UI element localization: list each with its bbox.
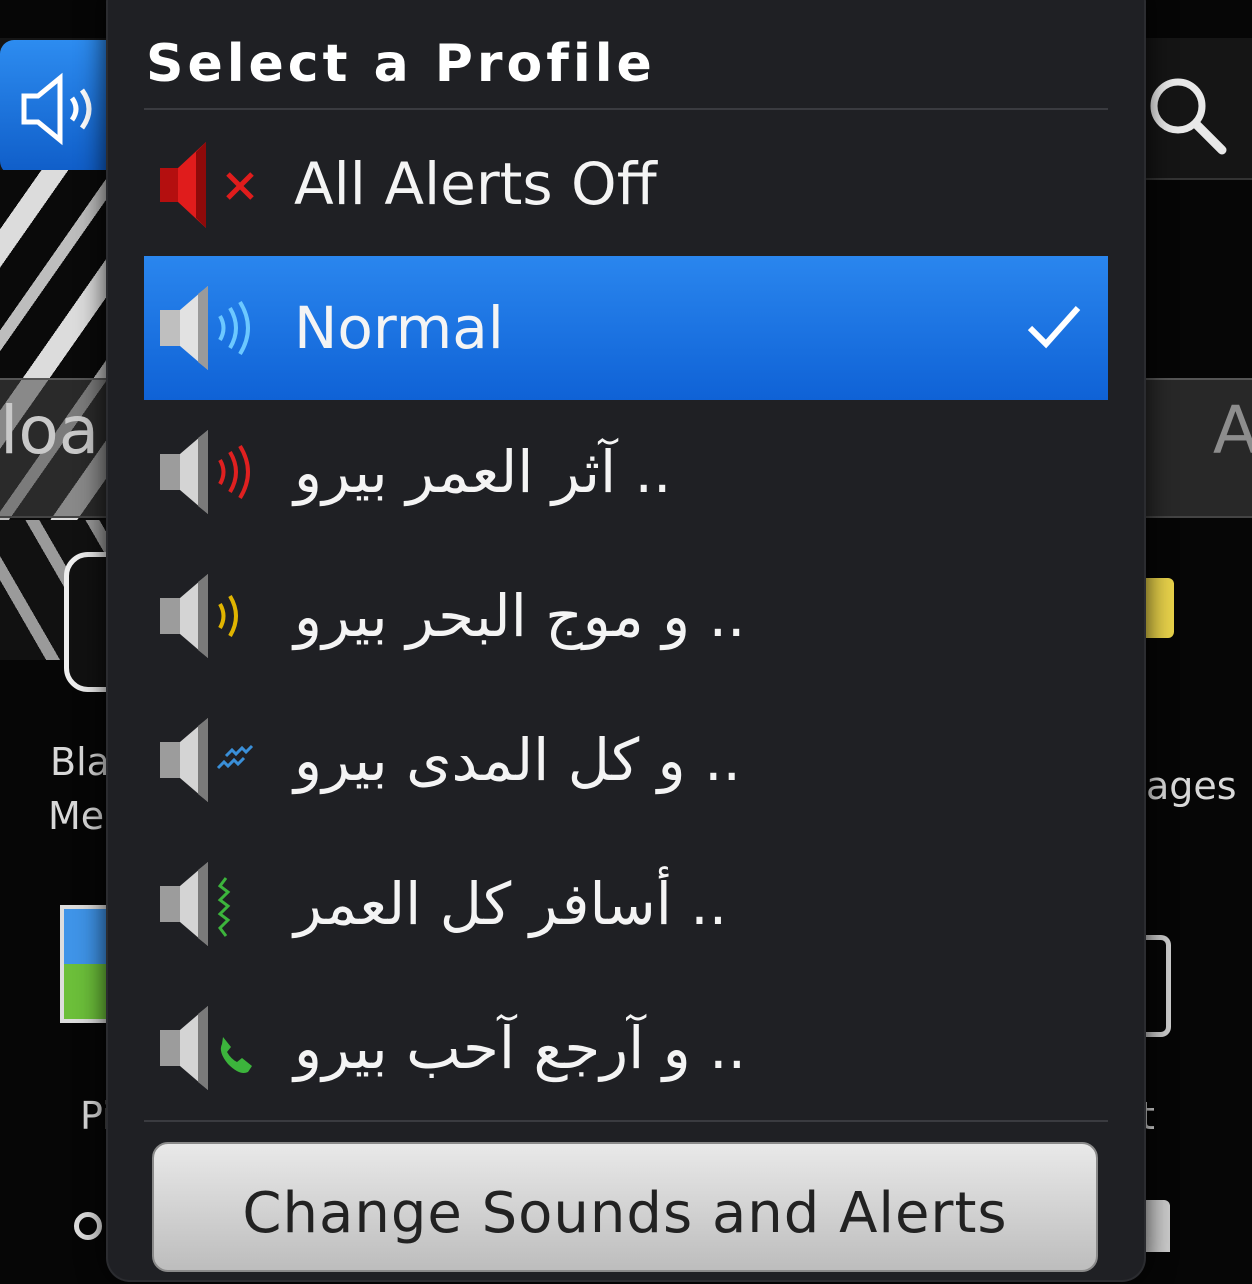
speaker-quiet-icon [160,862,231,946]
profile-item-medium[interactable]: و موج البحر بيرو .. [144,544,1108,688]
dialog-title: Select a Profile [146,34,656,94]
speaker-loud-icon [160,430,250,514]
checkmark-icon [1027,306,1081,349]
profile-label: Normal [294,294,504,362]
speaker-muted-icon [160,142,254,228]
strip-left-text: loa [0,392,100,469]
app-icon-bottom-right[interactable] [1140,1200,1170,1252]
profile-list: All Alerts Off Normal آثر العمر بيرو .. [144,112,1108,1120]
profile-label: All Alerts Off [294,150,657,218]
profile-label: و موج البحر بيرو .. [294,582,746,650]
profile-label: و كل المدى بيرو .. [294,726,741,794]
profile-item-all-alerts-off[interactable]: All Alerts Off [144,112,1108,256]
profile-label: آثر العمر بيرو .. [294,438,672,506]
app-label-right: ages [1146,764,1237,808]
profile-item-normal[interactable]: Normal [144,256,1108,400]
profile-item-phone-only[interactable]: و آرجع آحب بيرو .. [144,976,1108,1120]
speaker-phone-only-icon [160,1006,252,1090]
app-label-left-2: Me [48,794,105,838]
speaker-icon [21,72,92,146]
phone-app-icon[interactable] [1140,935,1171,1037]
speaker-normal-icon [160,286,250,370]
profile-item-quiet[interactable]: أسافر كل العمر .. [144,832,1108,976]
options-icon[interactable] [74,1212,102,1240]
profile-item-loud[interactable]: آثر العمر بيرو .. [144,400,1108,544]
profile-label: أسافر كل العمر .. [294,870,728,938]
strip-right-text: A [1212,392,1252,469]
search-icon [1150,78,1227,155]
profile-label: و آرجع آحب بيرو .. [294,1014,747,1082]
app-label-left-1: Bla [50,740,110,784]
speaker-medium-icon [160,574,238,658]
title-divider [144,108,1108,110]
list-divider [144,1120,1108,1122]
speaker-vibrate-icon [160,718,254,802]
search-button[interactable] [1142,70,1232,164]
profile-item-vibrate[interactable]: و كل المدى بيرو .. [144,688,1108,832]
change-sounds-and-alerts-button[interactable]: Change Sounds and Alerts [152,1142,1098,1272]
